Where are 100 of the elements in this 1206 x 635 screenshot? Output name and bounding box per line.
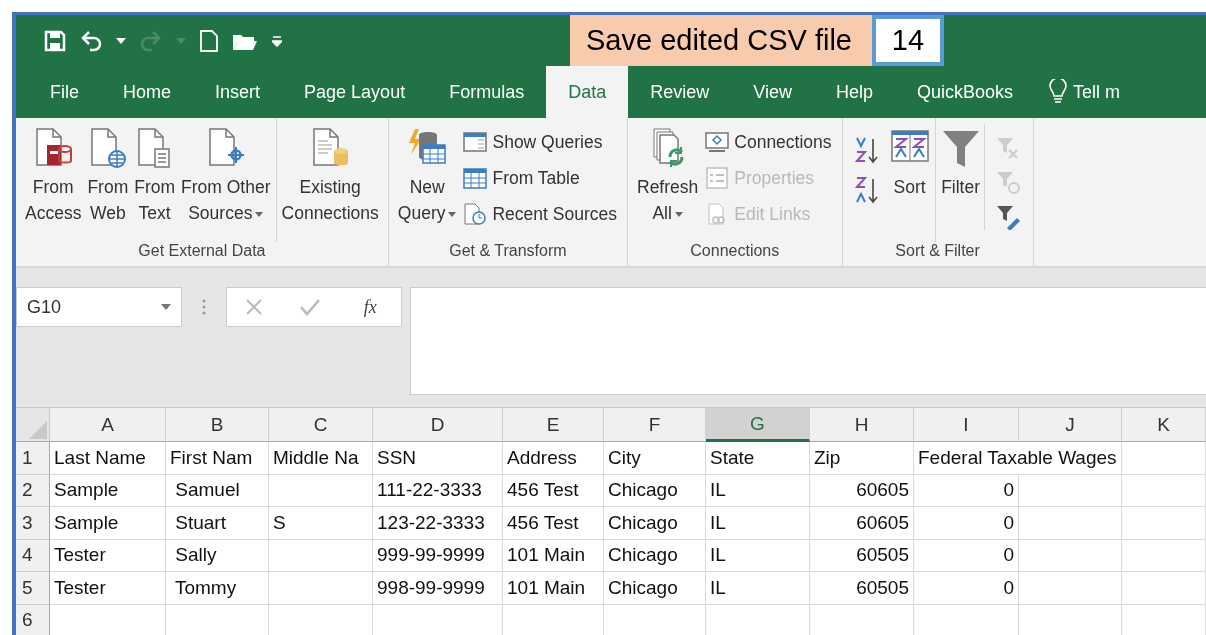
table-cell: Sample [50,507,166,540]
table-cell: Middle Na [269,442,373,475]
grip-icon[interactable] [202,299,206,315]
ribbon-tab[interactable]: View [731,66,814,118]
group-label: Connections [689,242,781,261]
caret-icon [161,304,171,310]
ribbon-tab[interactable]: Review [628,66,732,118]
ribbon-tab[interactable]: Help [813,66,895,118]
sort-descending-icon[interactable] [854,176,881,204]
table-cell: S [269,507,373,540]
column-header[interactable]: K [1122,408,1206,442]
caret-icon [176,37,186,44]
ribbon-button[interactable]: From Other Sources [178,124,274,226]
ribbon-button[interactable]: Show Queries [459,126,621,158]
ribbon-tab[interactable]: Home [101,66,194,118]
caret-icon [674,211,683,217]
table-cell: 456 Test [503,474,604,507]
table-cell: Tester [50,572,166,605]
row-header[interactable]: 5 [16,572,50,605]
ribbon-tab[interactable]: Insert [193,66,283,118]
table-cell: 0 [914,507,1019,540]
table-cell: IL [706,474,810,507]
table-cell: City [604,442,706,475]
ribbon-button[interactable]: New Query [394,124,460,226]
table-cell: 123-22-3333 [373,507,503,540]
formula-input[interactable] [410,287,1206,395]
group-label: Get & Transform [448,242,568,261]
table-cell: Address [503,442,604,475]
group-label: Get External Data [137,242,267,261]
tell-me-field[interactable]: Tell m [1073,81,1121,103]
table-cell: 101 Main [503,539,604,572]
ribbon-button[interactable]: Filter [937,124,984,200]
caret-icon[interactable] [116,37,126,44]
row-header[interactable]: 4 [16,539,50,572]
row-header[interactable]: 2 [16,474,50,507]
table-cell: 60605 [810,474,914,507]
monitor-icon [705,131,730,153]
ribbon-tab[interactable]: Page Layout [282,66,428,118]
undo-icon[interactable] [80,29,102,52]
column-header[interactable]: G [706,408,810,442]
table-cell: 60505 [810,539,914,572]
table-cell: IL [706,507,810,540]
table-cell: 111-22-3333 [373,474,503,507]
ribbon-button[interactable]: From Table [459,162,621,194]
table-cell: Tester [50,539,166,572]
properties-icon [705,167,730,189]
ribbon-tab[interactable]: Data [546,66,629,118]
caret-icon [255,211,264,217]
column-header[interactable]: D [373,408,503,442]
row-header[interactable]: 6 [16,604,50,635]
table-cell: 0 [914,572,1019,605]
group-label: Sort & Filter [894,242,981,261]
name-box[interactable]: G10 [16,287,182,327]
column-header[interactable]: H [810,408,914,442]
step-number: 14 [872,15,944,66]
table-cell: 0 [914,474,1019,507]
table-cell: 456 Test [503,507,604,540]
sort-ascending-icon[interactable] [854,136,881,164]
callout-label: Save edited CSV file [570,15,872,66]
column-header[interactable]: F [604,408,706,442]
insert-function-button[interactable]: fx [357,295,383,319]
ribbon-button[interactable]: Connections [701,126,836,158]
table-cell: Chicago [604,572,706,605]
new-document-icon[interactable] [200,29,218,52]
ribbon-button[interactable]: From Text [131,124,179,226]
table-cell: Federal Taxable Wages [914,442,1122,475]
column-header[interactable]: J [1019,408,1122,442]
table-cell: Tommy [166,572,269,605]
customize-icon[interactable] [272,34,282,47]
column-header[interactable]: B [166,408,269,442]
table-cell: Zip [810,442,914,475]
lightbulb-icon[interactable] [1049,79,1067,105]
row-header[interactable]: 3 [16,507,50,540]
column-header[interactable]: A [50,408,166,442]
advanced-filter-icon[interactable] [994,204,1021,230]
table-cell: 0 [914,539,1019,572]
ribbon-tab[interactable]: QuickBooks [894,66,1035,118]
table-icon [463,167,488,189]
column-header[interactable]: I [914,408,1019,442]
save-icon[interactable] [44,29,66,52]
ribbon-tab[interactable]: Formulas [427,66,547,118]
ribbon-tab[interactable]: File [28,66,101,118]
ribbon-button[interactable]: From Web [84,124,132,226]
ribbon-button[interactable]: Recent Sources [459,198,621,230]
table-cell: Last Name [50,442,166,475]
window-icon [463,131,488,153]
column-header[interactable]: E [503,408,604,442]
ribbon-button[interactable]: From Access [22,124,85,226]
table-cell: IL [706,539,810,572]
table-cell: SSN [373,442,503,475]
ribbon-button[interactable]: Refresh All [634,124,702,226]
document-clock-icon [463,203,488,225]
column-header[interactable]: C [269,408,373,442]
row-header[interactable]: 1 [16,442,50,475]
table-cell: Chicago [604,507,706,540]
table-cell: Chicago [604,539,706,572]
redo-icon [140,29,162,52]
check-icon[interactable] [299,298,322,316]
ribbon-button[interactable]: Existing Connections [278,124,382,226]
ribbon-button[interactable]: Sort [886,124,933,200]
